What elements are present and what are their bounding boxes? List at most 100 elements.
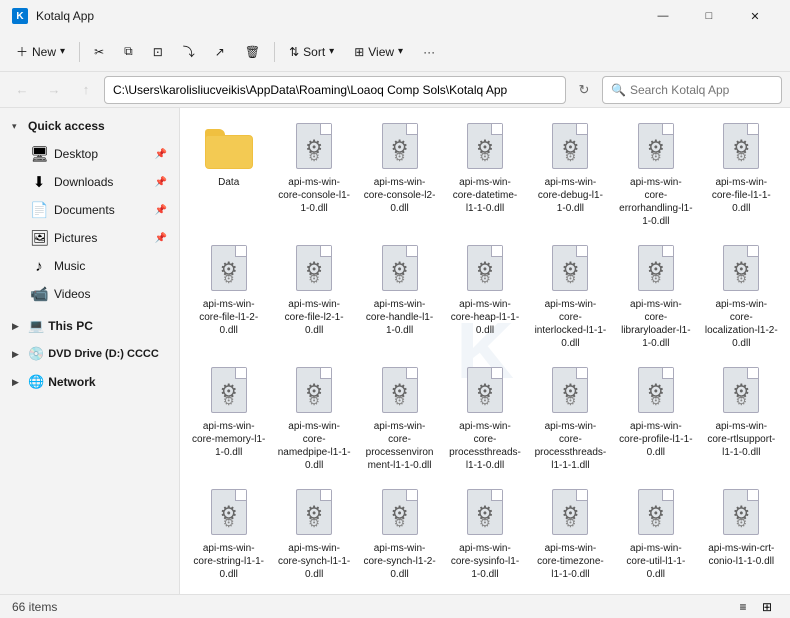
file-item-f18[interactable]: ⚙ ⚙ api-ms-win-core-processthreads-l1-1-… <box>530 360 611 478</box>
paste-button[interactable]: ⊡ <box>145 36 171 68</box>
file-item-f10[interactable]: ⚙ ⚙ api-ms-win-core-heap-l1-1-0.dll <box>444 238 525 356</box>
list-view-icon: ≡ <box>739 600 746 614</box>
file-item-f2[interactable]: ⚙ ⚙ api-ms-win-core-console-l2-0.dll <box>359 116 440 234</box>
toolbar-separator-1 <box>79 42 80 62</box>
dll-icon-f19: ⚙ ⚙ <box>632 366 680 418</box>
new-plus-icon: ＋ <box>16 43 28 60</box>
file-item-f16[interactable]: ⚙ ⚙ api-ms-win-core-processenvironment-l… <box>359 360 440 478</box>
file-name-f21: api-ms-win-core-string-l1-1-0.dll <box>192 542 265 581</box>
file-item-f8[interactable]: ⚙ ⚙ api-ms-win-core-file-l2-1-0.dll <box>273 238 354 356</box>
share-button[interactable]: ↗ <box>207 36 233 68</box>
dll-icon-f27: ⚙ ⚙ <box>717 488 765 540</box>
app-icon: K <box>12 8 28 24</box>
file-name-f13: api-ms-win-core-localization-l1-2-0.dll <box>705 298 778 350</box>
file-name-f23: api-ms-win-core-synch-l1-2-0.dll <box>363 542 436 581</box>
file-item-f17[interactable]: ⚙ ⚙ api-ms-win-core-processthreads-l1-1-… <box>444 360 525 478</box>
sidebar-item-downloads[interactable]: ⬇ Downloads 📌 <box>4 168 175 196</box>
minimize-button[interactable]: — <box>640 0 686 32</box>
dvd-drive-header[interactable]: ▶ 💿 DVD Drive (D:) CCCC <box>4 340 175 368</box>
dll-icon-f21: ⚙ ⚙ <box>205 488 253 540</box>
main-area: ▾ Quick access 🖥 Desktop 📌 ⬇ Downloads 📌… <box>0 108 790 594</box>
file-item-data-folder[interactable]: Data <box>188 116 269 234</box>
file-name-f6: api-ms-win-core-file-l1-1-0.dll <box>705 176 778 215</box>
refresh-button[interactable]: ↻ <box>570 76 598 104</box>
view-icon: ⊞ <box>354 45 364 59</box>
maximize-button[interactable]: □ <box>686 0 732 32</box>
file-item-f15[interactable]: ⚙ ⚙ api-ms-win-core-namedpipe-l1-1-0.dll <box>273 360 354 478</box>
dll-icon-f17: ⚙ ⚙ <box>461 366 509 418</box>
file-item-f4[interactable]: ⚙ ⚙ api-ms-win-core-debug-l1-1-0.dll <box>530 116 611 234</box>
files-grid: Data ⚙ ⚙ api-ms-win-core-console-l1-1-0.… <box>188 116 782 587</box>
toolbar-separator-2 <box>274 42 275 62</box>
grid-view-button[interactable]: ⊞ <box>756 597 778 617</box>
up-button[interactable]: ↑ <box>72 76 100 104</box>
file-item-f7[interactable]: ⚙ ⚙ api-ms-win-core-file-l1-2-0.dll <box>188 238 269 356</box>
cut-button[interactable]: ✂ <box>86 36 112 68</box>
delete-button[interactable]: 🗑 <box>237 36 268 68</box>
file-name-f1: api-ms-win-core-console-l1-1-0.dll <box>277 176 350 215</box>
file-item-f20[interactable]: ⚙ ⚙ api-ms-win-core-rtlsupport-l1-1-0.dl… <box>701 360 782 478</box>
dll-icon-f18: ⚙ ⚙ <box>546 366 594 418</box>
app-title: Kotalq App <box>36 9 94 23</box>
file-item-f14[interactable]: ⚙ ⚙ api-ms-win-core-memory-l1-1-0.dll <box>188 360 269 478</box>
sidebar-item-documents[interactable]: 📄 Documents 📌 <box>4 196 175 224</box>
file-item-f11[interactable]: ⚙ ⚙ api-ms-win-core-interlocked-l1-1-0.d… <box>530 238 611 356</box>
file-item-f27[interactable]: ⚙ ⚙ api-ms-win-crt-conio-l1-1-0.dll <box>701 482 782 587</box>
view-toggle-buttons: ≡ ⊞ <box>732 597 778 617</box>
dll-icon-f4: ⚙ ⚙ <box>546 122 594 174</box>
new-button[interactable]: ＋ New ▾ <box>8 36 73 68</box>
network-header[interactable]: ▶ 🌐 Network <box>4 368 175 396</box>
address-input[interactable] <box>104 76 566 104</box>
rename-button[interactable]: ⤵ <box>175 36 203 68</box>
dll-icon-f14: ⚙ ⚙ <box>205 366 253 418</box>
status-bar: 66 items ≡ ⊞ <box>0 594 790 618</box>
file-name-f18: api-ms-win-core-processthreads-l1-1-1.dl… <box>534 420 607 472</box>
network-icon: 🌐 <box>28 374 44 390</box>
back-button[interactable]: ← <box>8 76 36 104</box>
dll-icon-f15: ⚙ ⚙ <box>290 366 338 418</box>
more-button[interactable]: ··· <box>415 36 443 68</box>
sidebar-item-desktop[interactable]: 🖥 Desktop 📌 <box>4 140 175 168</box>
address-bar: ← → ↑ ↻ 🔍 <box>0 72 790 108</box>
file-item-f9[interactable]: ⚙ ⚙ api-ms-win-core-handle-l1-1-0.dll <box>359 238 440 356</box>
downloads-pin-icon: 📌 <box>155 177 167 188</box>
view-button[interactable]: ⊞ View ▾ <box>346 36 411 68</box>
dll-icon-f25: ⚙ ⚙ <box>546 488 594 540</box>
documents-icon: 📄 <box>30 201 48 219</box>
file-item-f21[interactable]: ⚙ ⚙ api-ms-win-core-string-l1-1-0.dll <box>188 482 269 587</box>
sidebar-item-videos[interactable]: 📹 Videos <box>4 280 175 308</box>
copy-button[interactable]: ⧉ <box>116 36 141 68</box>
file-name-f14: api-ms-win-core-memory-l1-1-0.dll <box>192 420 265 459</box>
close-button[interactable]: ✕ <box>732 0 778 32</box>
list-view-button[interactable]: ≡ <box>732 597 754 617</box>
file-item-f22[interactable]: ⚙ ⚙ api-ms-win-core-synch-l1-1-0.dll <box>273 482 354 587</box>
dll-icon-f20: ⚙ ⚙ <box>717 366 765 418</box>
file-item-f25[interactable]: ⚙ ⚙ api-ms-win-core-timezone-l1-1-0.dll <box>530 482 611 587</box>
file-item-f1[interactable]: ⚙ ⚙ api-ms-win-core-console-l1-1-0.dll <box>273 116 354 234</box>
quick-access-header[interactable]: ▾ Quick access <box>4 112 175 140</box>
paste-icon: ⊡ <box>153 45 163 59</box>
dll-icon-f7: ⚙ ⚙ <box>205 244 253 296</box>
dll-icon-f23: ⚙ ⚙ <box>376 488 424 540</box>
file-item-f13[interactable]: ⚙ ⚙ api-ms-win-core-localization-l1-2-0.… <box>701 238 782 356</box>
sort-button[interactable]: ⇅ Sort ▾ <box>281 36 342 68</box>
search-input[interactable] <box>630 83 773 97</box>
sidebar-item-pictures[interactable]: 🖼 Pictures 📌 <box>4 224 175 252</box>
sidebar-item-music[interactable]: ♪ Music <box>4 252 175 280</box>
file-item-f12[interactable]: ⚙ ⚙ api-ms-win-core-libraryloader-l1-1-0… <box>615 238 696 356</box>
item-count: 66 items <box>12 600 57 614</box>
pictures-pin-icon: 📌 <box>155 233 167 244</box>
file-item-f3[interactable]: ⚙ ⚙ api-ms-win-core-datetime-l1-1-0.dll <box>444 116 525 234</box>
file-item-f19[interactable]: ⚙ ⚙ api-ms-win-core-profile-l1-1-0.dll <box>615 360 696 478</box>
file-item-f6[interactable]: ⚙ ⚙ api-ms-win-core-file-l1-1-0.dll <box>701 116 782 234</box>
file-item-f5[interactable]: ⚙ ⚙ api-ms-win-core-errorhandling-l1-1-0… <box>615 116 696 234</box>
file-name-f20: api-ms-win-core-rtlsupport-l1-1-0.dll <box>705 420 778 459</box>
file-item-f24[interactable]: ⚙ ⚙ api-ms-win-core-sysinfo-l1-1-0.dll <box>444 482 525 587</box>
file-item-f26[interactable]: ⚙ ⚙ api-ms-win-core-util-l1-1-0.dll <box>615 482 696 587</box>
this-pc-header[interactable]: ▶ 💻 This PC <box>4 312 175 340</box>
refresh-icon: ↻ <box>579 82 590 98</box>
forward-button[interactable]: → <box>40 76 68 104</box>
file-name-f10: api-ms-win-core-heap-l1-1-0.dll <box>448 298 521 337</box>
forward-icon: → <box>48 82 61 97</box>
file-item-f23[interactable]: ⚙ ⚙ api-ms-win-core-synch-l1-2-0.dll <box>359 482 440 587</box>
